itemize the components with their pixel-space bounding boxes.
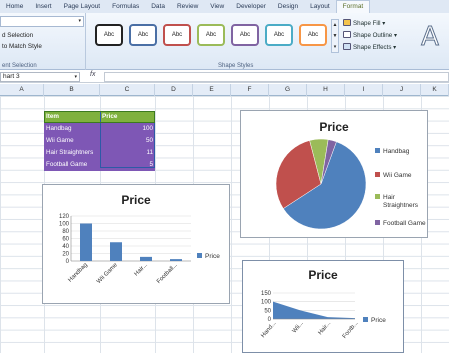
tab-developer[interactable]: Developer: [230, 3, 272, 10]
area-chart[interactable]: Price 0 50 100 150 Hand... Wii... Hair... Footb…: [242, 260, 404, 353]
table-cell[interactable]: Hair Straightners: [44, 147, 100, 159]
x-tick-label: Wii...: [292, 320, 305, 334]
y-tick-label: 50: [264, 308, 271, 314]
pie-chart[interactable]: Price Handbag Wii Game Hair Straightners Foo…: [240, 110, 428, 238]
y-tick-label: 80: [62, 229, 69, 235]
y-tick-label: 120: [59, 214, 70, 220]
table-cell[interactable]: Handbag: [44, 123, 100, 135]
wordart-style-button[interactable]: A: [413, 23, 447, 53]
shape-style-7[interactable]: Abc: [299, 24, 327, 46]
current-selection-group: ▾ d Selection to Match Style ent Selecti…: [0, 13, 86, 70]
y-tick-label: 40: [62, 244, 69, 250]
paint-bucket-icon: [343, 19, 351, 26]
x-tick-label: Football...: [156, 262, 179, 285]
tab-formulas[interactable]: Formulas: [106, 3, 145, 10]
header-range-selection: [44, 111, 155, 123]
column-header-e[interactable]: E: [193, 84, 231, 96]
bar: [80, 223, 92, 261]
x-tick-label: Footb...: [342, 320, 360, 340]
x-tick-label: Hand...: [260, 320, 277, 339]
legend-swatch: [375, 148, 380, 153]
name-box[interactable]: hart 3 ▾: [0, 72, 80, 82]
ribbon: ▾ d Selection to Match Style ent Selecti…: [0, 13, 449, 70]
column-header-k[interactable]: K: [421, 84, 449, 96]
formula-input[interactable]: [104, 72, 449, 82]
legend-label: Football Game: [383, 220, 426, 227]
legend-swatch: [363, 317, 368, 322]
column-header-g[interactable]: G: [269, 84, 307, 96]
column-header-c[interactable]: C: [100, 84, 155, 96]
column-header-f[interactable]: F: [231, 84, 269, 96]
effects-icon: [343, 43, 351, 50]
styles-scroll-buttons[interactable]: ▲ ▼ ▾: [331, 19, 339, 53]
shape-style-3[interactable]: Abc: [163, 24, 191, 46]
chevron-down-icon: ▾: [78, 18, 81, 24]
legend-swatch: [375, 172, 380, 177]
column-header-j[interactable]: J: [383, 84, 421, 96]
y-tick-label: 0: [66, 259, 70, 265]
y-tick-label: 100: [261, 300, 272, 306]
legend-label: Handbag: [383, 148, 410, 155]
y-tick-label: 150: [261, 291, 272, 297]
legend-label: Wii Game: [383, 172, 412, 179]
column-header-i[interactable]: I: [345, 84, 383, 96]
area-chart-plot: 050100150Hand... Wii... Hair... Footb...: [260, 291, 360, 340]
shape-style-1[interactable]: Abc: [95, 24, 123, 46]
y-tick-label: 100: [59, 222, 70, 228]
bar: [140, 256, 152, 261]
x-tick-label: Hair...: [318, 320, 333, 336]
chevron-down-icon: ▾: [74, 74, 77, 80]
shape-outline-button[interactable]: Shape Outline ▾: [343, 31, 397, 39]
y-tick-label: 20: [62, 252, 69, 258]
bar: [110, 242, 122, 261]
group-caption-current-selection: ent Selection: [2, 63, 37, 69]
shape-effects-button[interactable]: Shape Effects ▾: [343, 43, 396, 51]
tab-home[interactable]: Home: [0, 3, 29, 10]
tab-layout[interactable]: Layout: [304, 3, 336, 10]
legend-swatch: [197, 253, 202, 258]
bar-chart-legend: Price: [197, 253, 220, 260]
tab-review[interactable]: Review: [171, 3, 204, 10]
shape-style-4[interactable]: Abc: [197, 24, 225, 46]
pie-chart-plot: Handbag Wii Game Hair Straightners Football …: [275, 138, 426, 230]
x-tick-label: Hair...: [134, 262, 150, 278]
reset-to-match-style-button[interactable]: to Match Style: [2, 43, 42, 50]
bar-chart[interactable]: Price 0 20 40 60 80 100 120 Handbag Wii Game Hair…: [42, 184, 230, 304]
legend-swatch: [375, 194, 380, 199]
tab-design[interactable]: Design: [272, 3, 304, 10]
tab-view[interactable]: View: [204, 3, 230, 10]
insert-function-button[interactable]: fx: [90, 71, 95, 78]
shape-style-2[interactable]: Abc: [129, 24, 157, 46]
shape-style-6[interactable]: Abc: [265, 24, 293, 46]
legend-label: Hair Straightners: [383, 194, 419, 209]
tab-data[interactable]: Data: [145, 3, 171, 10]
area-chart-legend: Price: [363, 317, 386, 324]
table-cell[interactable]: Football Game: [44, 159, 100, 171]
shape-fill-button[interactable]: Shape Fill ▾: [343, 19, 385, 27]
column-headers: A B C D E F G H I J K: [0, 84, 449, 96]
tab-format[interactable]: Format: [335, 0, 371, 13]
column-header-h[interactable]: H: [307, 84, 345, 96]
formula-bar: hart 3 ▾ fx: [0, 71, 449, 83]
ribbon-tabs: Home Insert Page Layout Formulas Data Re…: [0, 0, 449, 13]
column-header-d[interactable]: D: [155, 84, 193, 96]
bar-chart-plot: 020 4060 80100 120 Handbag Wii Game Hair... Foo…: [59, 214, 191, 285]
tab-page-layout[interactable]: Page Layout: [58, 3, 107, 10]
format-selection-button[interactable]: d Selection: [2, 32, 33, 39]
legend-swatch: [375, 220, 380, 225]
group-caption-shape-styles: Shape Styles: [218, 63, 254, 69]
x-tick-label: Handbag: [67, 262, 88, 283]
pencil-icon: [343, 31, 351, 38]
x-tick-label: Wii Game: [96, 262, 119, 285]
chart-elements-dropdown[interactable]: ▾: [0, 16, 84, 27]
column-header-b[interactable]: B: [44, 84, 100, 96]
column-header-a[interactable]: A: [0, 84, 44, 96]
table-cell[interactable]: Wii Game: [44, 135, 100, 147]
shape-style-5[interactable]: Abc: [231, 24, 259, 46]
y-tick-label: 60: [62, 237, 69, 243]
bar: [170, 259, 182, 261]
tab-insert[interactable]: Insert: [29, 3, 57, 10]
shape-styles-group: Abc Abc Abc Abc Abc Abc Abc ▲ ▼ ▾ Shape Fi…: [88, 13, 408, 70]
